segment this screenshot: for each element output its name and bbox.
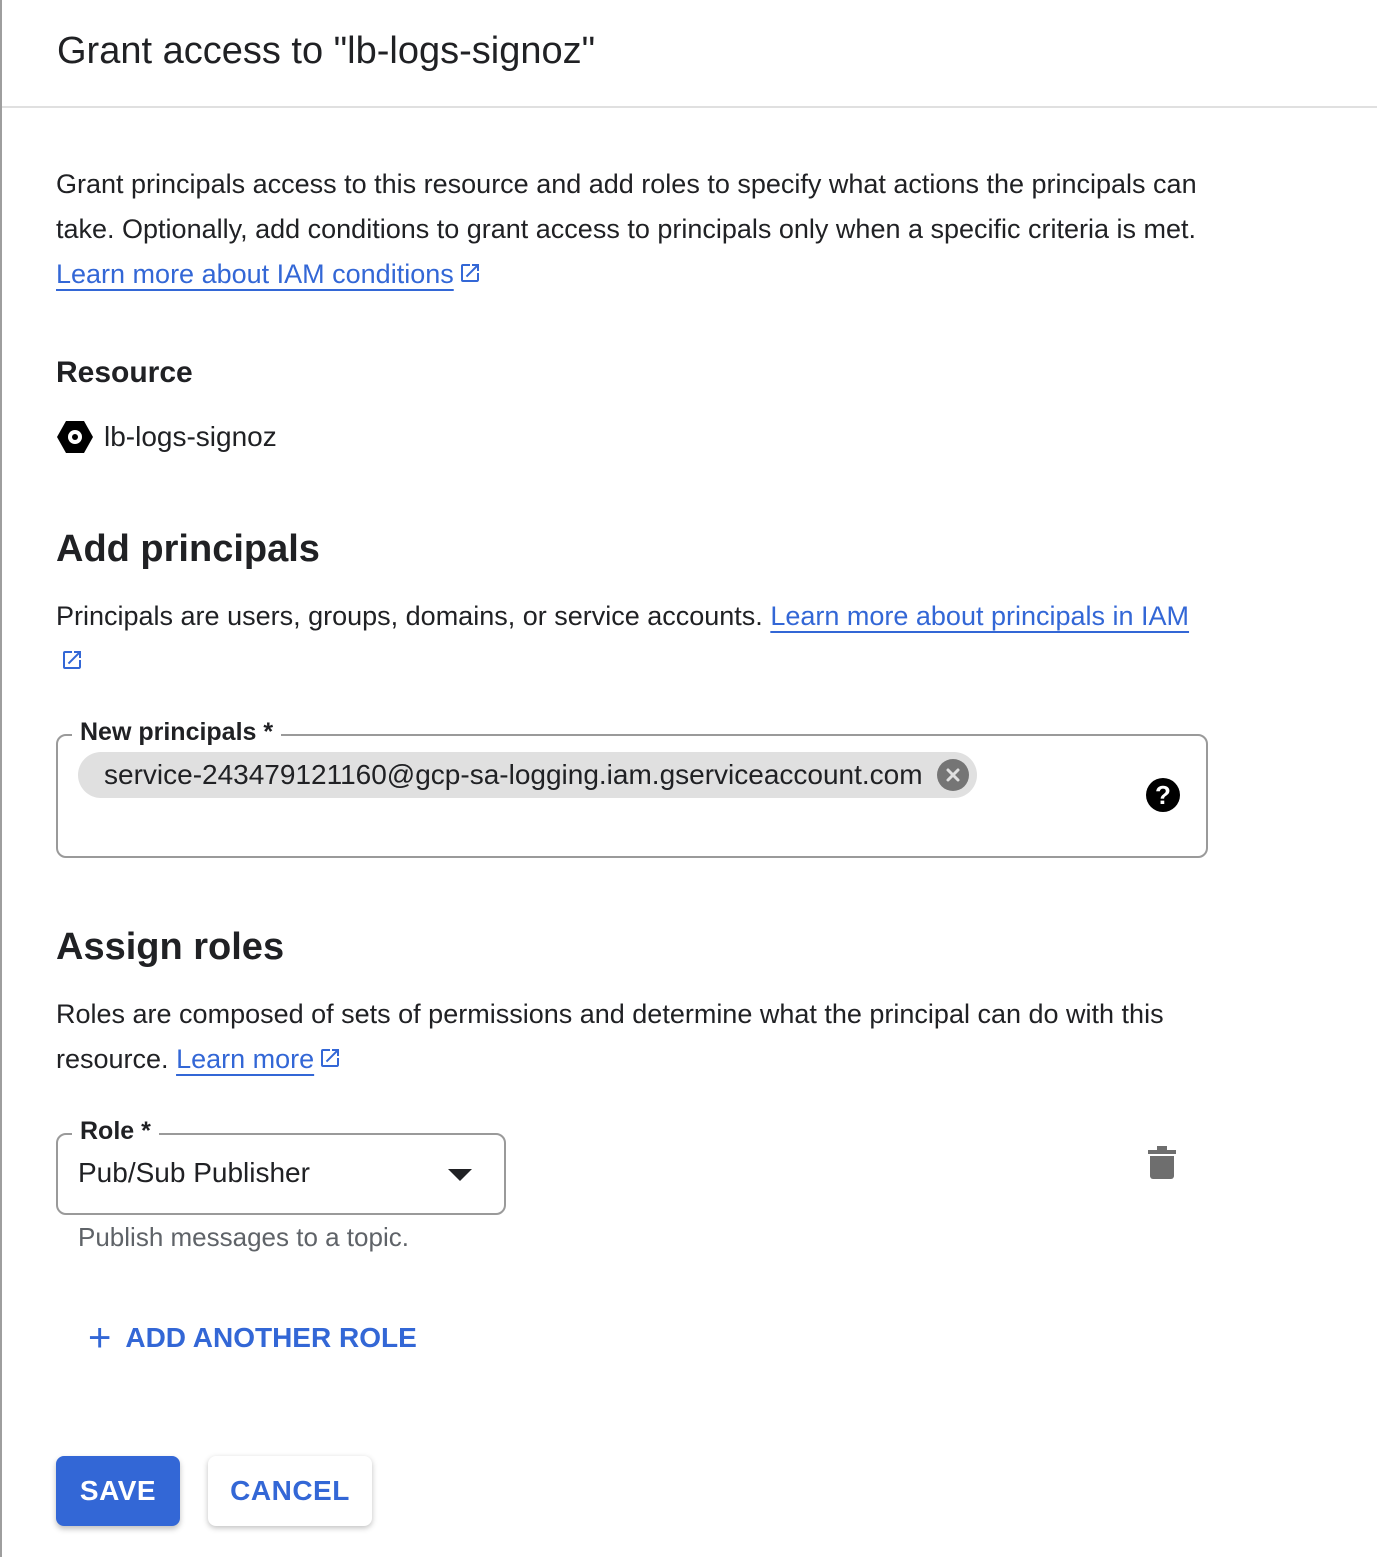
resource-name: lb-logs-signoz: [104, 421, 277, 452]
principals-learn-more-link[interactable]: Learn more about principals in IAM: [770, 601, 1189, 631]
assign-roles-heading: Assign roles: [56, 926, 285, 968]
external-link-icon: [321, 1049, 340, 1067]
pubsub-topic-hexagon-icon: [57, 421, 93, 453]
add-another-role-label: ADD ANOTHER ROLE: [125, 1322, 417, 1353]
intro-paragraph: Grant principals access to this resource…: [56, 162, 1206, 297]
dialog-header: Grant access to "lb-logs-signoz": [2, 0, 1377, 108]
remove-chip-icon[interactable]: [936, 759, 969, 791]
role-hint: Publish messages to a topic.: [78, 1222, 409, 1252]
roles-learn-more-link[interactable]: Learn more: [176, 1044, 314, 1074]
add-another-role-button[interactable]: + ADD ANOTHER ROLE: [88, 1318, 417, 1358]
new-principals-label: New principals *: [72, 718, 282, 747]
roles-paragraph: Roles are composed of sets of permission…: [56, 992, 1206, 1082]
dialog-title: Grant access to "lb-logs-signoz": [57, 30, 596, 72]
external-link-icon: [460, 264, 479, 282]
dropdown-arrow-icon: [448, 1169, 472, 1181]
role-select[interactable]: Role * Pub/Sub Publisher: [56, 1117, 506, 1215]
role-selected-value: Pub/Sub Publisher: [78, 1157, 310, 1188]
plus-icon: +: [88, 1316, 112, 1360]
window-left-border: [0, 0, 2, 1557]
cancel-button[interactable]: CANCEL: [208, 1456, 372, 1526]
principal-chip: service-243479121160@gcp-sa-logging.iam.…: [78, 752, 977, 798]
principals-text: Principals are users, groups, domains, o…: [56, 601, 771, 631]
intro-text: Grant principals access to this resource…: [56, 169, 1197, 244]
role-label: Role *: [72, 1117, 159, 1146]
resource-row: lb-logs-signoz: [56, 418, 277, 456]
delete-role-icon[interactable]: [1148, 1146, 1176, 1180]
new-principals-field[interactable]: New principals * service-243479121160@gc…: [56, 718, 1208, 858]
add-principals-heading: Add principals: [56, 528, 320, 570]
principal-chip-text: service-243479121160@gcp-sa-logging.iam.…: [104, 759, 923, 790]
external-link-icon: [63, 651, 81, 669]
help-icon[interactable]: ?: [1146, 778, 1180, 812]
iam-conditions-link[interactable]: Learn more about IAM conditions: [56, 259, 454, 289]
resource-heading: Resource: [56, 356, 193, 389]
save-button[interactable]: SAVE: [56, 1456, 180, 1526]
principals-paragraph: Principals are users, groups, domains, o…: [56, 594, 1206, 684]
